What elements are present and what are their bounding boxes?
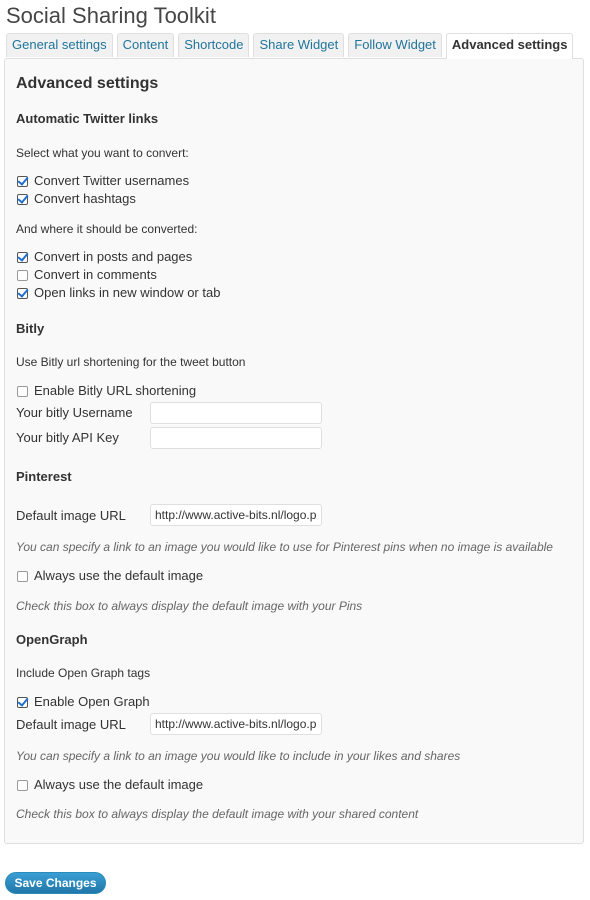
enable-bitly-label[interactable]: Enable Bitly URL shortening	[34, 383, 196, 398]
pinterest-always-default-checkbox[interactable]	[17, 571, 28, 582]
opengraph-include-text: Include Open Graph tags	[16, 666, 151, 680]
page-title: Social Sharing Toolkit	[6, 3, 216, 28]
opengraph-image-url-input[interactable]: http://www.active-bits.nl/logo.p	[150, 713, 322, 735]
enable-bitly-checkbox[interactable]	[17, 386, 28, 397]
enable-opengraph-label[interactable]: Enable Open Graph	[34, 694, 150, 709]
convert-hashtags-label[interactable]: Convert hashtags	[34, 191, 136, 206]
twitter-select-text: Select what you want to convert:	[16, 146, 189, 160]
panel-heading: Advanced settings	[16, 75, 159, 92]
pinterest-always-help: Check this box to always display the def…	[16, 599, 363, 613]
tab-content[interactable]: Content	[116, 33, 175, 57]
advanced-settings-panel: Advanced settings Automatic Twitter link…	[4, 58, 584, 844]
tab-follow-widget[interactable]: Follow Widget	[348, 33, 442, 57]
enable-opengraph-checkbox[interactable]	[17, 697, 28, 708]
bitly-apikey-input[interactable]	[150, 427, 322, 449]
opengraph-always-default-checkbox[interactable]	[17, 780, 28, 791]
convert-in-posts-label[interactable]: Convert in posts and pages	[34, 249, 192, 264]
opengraph-section-heading: OpenGraph	[16, 632, 88, 647]
convert-usernames-checkbox[interactable]	[17, 176, 28, 187]
pinterest-always-default-label[interactable]: Always use the default image	[34, 568, 203, 583]
twitter-section-heading: Automatic Twitter links	[16, 111, 159, 126]
opengraph-always-default-label[interactable]: Always use the default image	[34, 777, 203, 792]
settings-tabs: General settings Content Shortcode Share…	[6, 33, 574, 59]
convert-in-posts-checkbox[interactable]	[17, 252, 28, 263]
bitly-section-heading: Bitly	[16, 321, 45, 336]
opengraph-image-help: You can specify a link to an image you w…	[16, 749, 461, 763]
tab-general-settings[interactable]: General settings	[6, 33, 113, 57]
open-new-window-label[interactable]: Open links in new window or tab	[34, 285, 220, 300]
pinterest-image-label: Default image URL	[16, 508, 126, 523]
bitly-apikey-label: Your bitly API Key	[16, 430, 119, 445]
bitly-username-input[interactable]	[150, 402, 322, 424]
convert-usernames-label[interactable]: Convert Twitter usernames	[34, 173, 189, 188]
opengraph-always-help: Check this box to always display the def…	[16, 807, 419, 821]
tab-shortcode[interactable]: Shortcode	[178, 33, 250, 57]
open-new-window-checkbox[interactable]	[17, 288, 28, 299]
convert-in-comments-checkbox[interactable]	[17, 270, 28, 281]
tab-advanced-settings[interactable]: Advanced settings	[445, 33, 574, 59]
convert-in-comments-label[interactable]: Convert in comments	[34, 267, 157, 282]
save-changes-button[interactable]: Save Changes	[5, 872, 106, 894]
pinterest-image-help: You can specify a link to an image you w…	[16, 540, 553, 554]
bitly-description: Use Bitly url shortening for the tweet b…	[16, 355, 246, 369]
tab-share-widget[interactable]: Share Widget	[253, 33, 345, 57]
opengraph-image-label: Default image URL	[16, 717, 126, 732]
bitly-username-label: Your bitly Username	[16, 405, 133, 420]
pinterest-image-url-input[interactable]: http://www.active-bits.nl/logo.p	[150, 504, 322, 526]
pinterest-section-heading: Pinterest	[16, 469, 72, 484]
twitter-where-text: And where it should be converted:	[16, 222, 198, 236]
convert-hashtags-checkbox[interactable]	[17, 194, 28, 205]
